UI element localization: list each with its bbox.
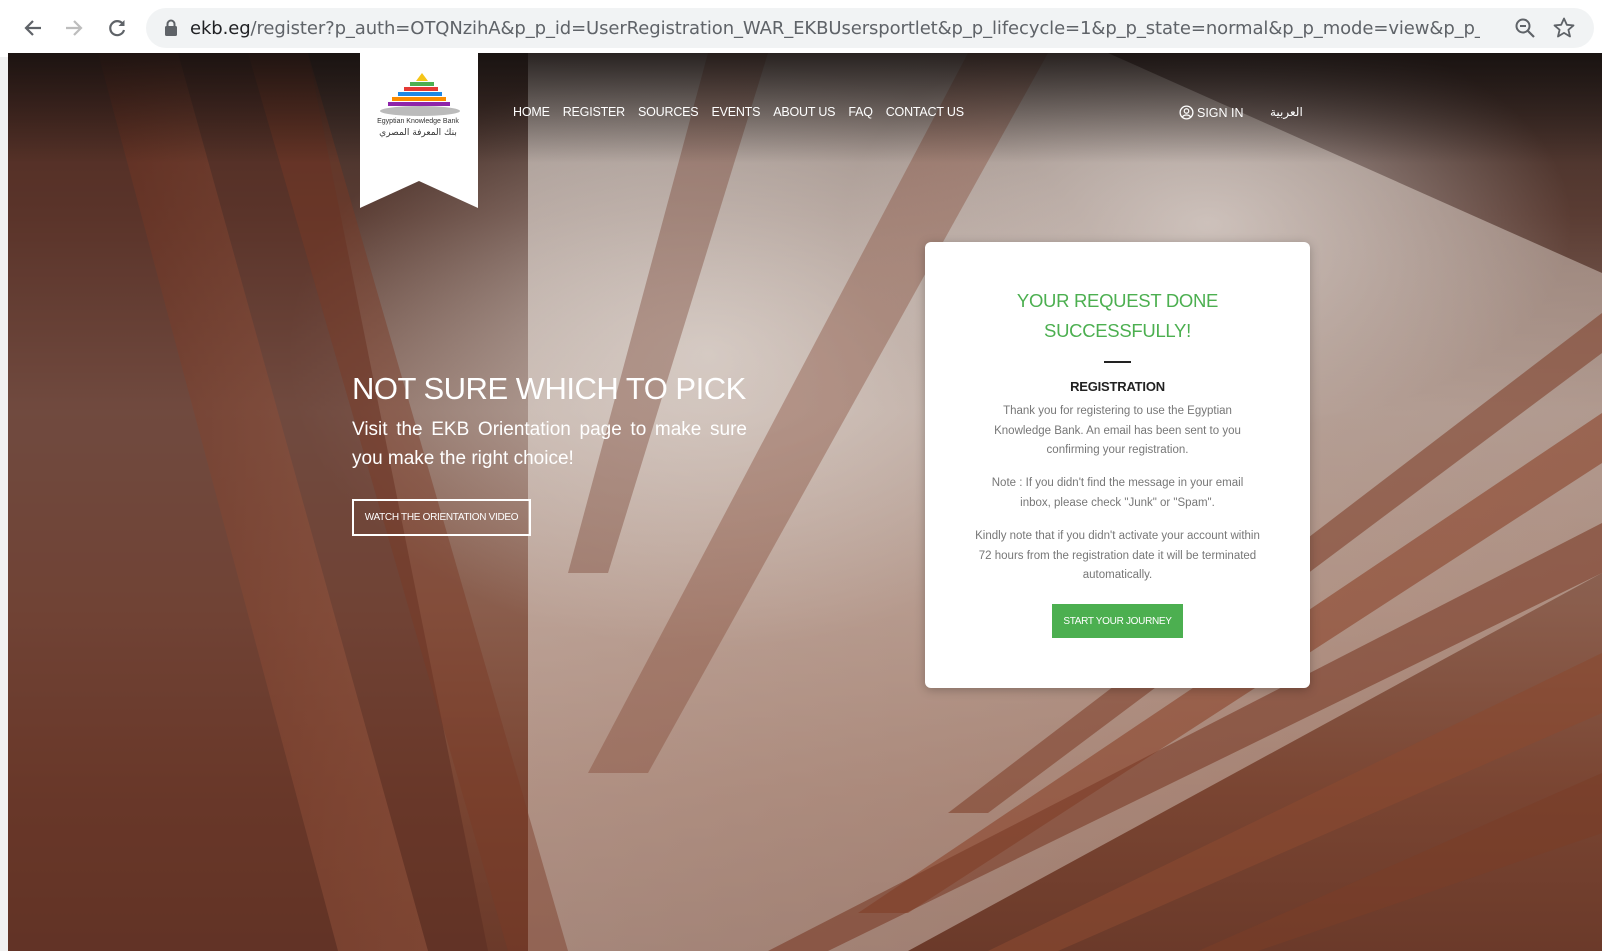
ekb-logo-icon: [380, 73, 460, 116]
hero-background-image: [8, 53, 1602, 951]
language-switch[interactable]: العربية: [1270, 105, 1303, 119]
card-divider: [1104, 361, 1131, 363]
hero-title: NOT SURE WHICH TO PICK: [352, 371, 746, 406]
browser-toolbar: ekb.eg/register?p_auth=OTQNzihA&p_p_id=U…: [0, 0, 1602, 57]
back-icon[interactable]: [19, 14, 47, 42]
nav-contact-us[interactable]: CONTACT US: [886, 105, 964, 129]
card-message-note: Note : If you didn't find the message in…: [991, 477, 1244, 509]
card-message-thanks: Thank you for registering to use the Egy…: [994, 405, 1241, 456]
sign-in-label: SIGN IN: [1197, 105, 1244, 120]
nav-faq[interactable]: FAQ: [848, 105, 873, 129]
address-bar[interactable]: ekb.eg/register?p_auth=OTQNzihA&p_p_id=U…: [146, 8, 1594, 48]
lock-icon: [165, 19, 177, 36]
card-title-line-2: SUCCESSFULLY!: [1044, 320, 1191, 341]
nav-register[interactable]: REGISTER: [563, 105, 626, 129]
main-nav: HOME REGISTER SOURCES EVENTS ABOUT US FA…: [513, 105, 977, 129]
watch-orientation-video-button[interactable]: WATCH THE ORIENTATION VIDEO: [352, 499, 531, 536]
success-card: YOUR REQUEST DONE SUCCESSFULLY! REGISTRA…: [925, 242, 1310, 688]
logo-name-en: Egyptian Knowledge Bank: [377, 118, 459, 125]
reload-icon[interactable]: [103, 14, 131, 42]
card-title-line-1: YOUR REQUEST DONE: [1016, 290, 1219, 311]
bookmark-star-icon[interactable]: [1552, 16, 1576, 40]
user-icon: [1179, 105, 1194, 120]
nav-events[interactable]: EVENTS: [711, 105, 760, 129]
card-message-activation: Kindly note that if you didn't activate …: [975, 530, 1260, 581]
logo-name-ar: بنك المعرفة المصري: [379, 128, 457, 138]
sign-in-link[interactable]: SIGN IN: [1179, 105, 1244, 120]
url-text: ekb.eg/register?p_auth=OTQNzihA&p_p_id=U…: [190, 18, 1480, 39]
page-content: Egyptian Knowledge Bank بنك المعرفة المص…: [8, 53, 1602, 951]
start-your-journey-button[interactable]: START YOUR JOURNEY: [1052, 604, 1183, 638]
hero-subtitle: Visit the EKB Orientation page to make s…: [352, 419, 747, 469]
zoom-icon[interactable]: [1514, 17, 1536, 39]
nav-about-us[interactable]: ABOUT US: [773, 105, 835, 129]
card-heading: REGISTRATION: [1070, 379, 1165, 394]
forward-icon[interactable]: [60, 14, 88, 42]
nav-home[interactable]: HOME: [513, 105, 550, 129]
url-path: /register?p_auth=OTQNzihA&p_p_id=UserReg…: [250, 18, 1480, 39]
nav-sources[interactable]: SOURCES: [638, 105, 699, 129]
card-title: YOUR REQUEST DONE SUCCESSFULLY!: [965, 286, 1270, 346]
url-host: ekb.eg: [190, 18, 251, 39]
